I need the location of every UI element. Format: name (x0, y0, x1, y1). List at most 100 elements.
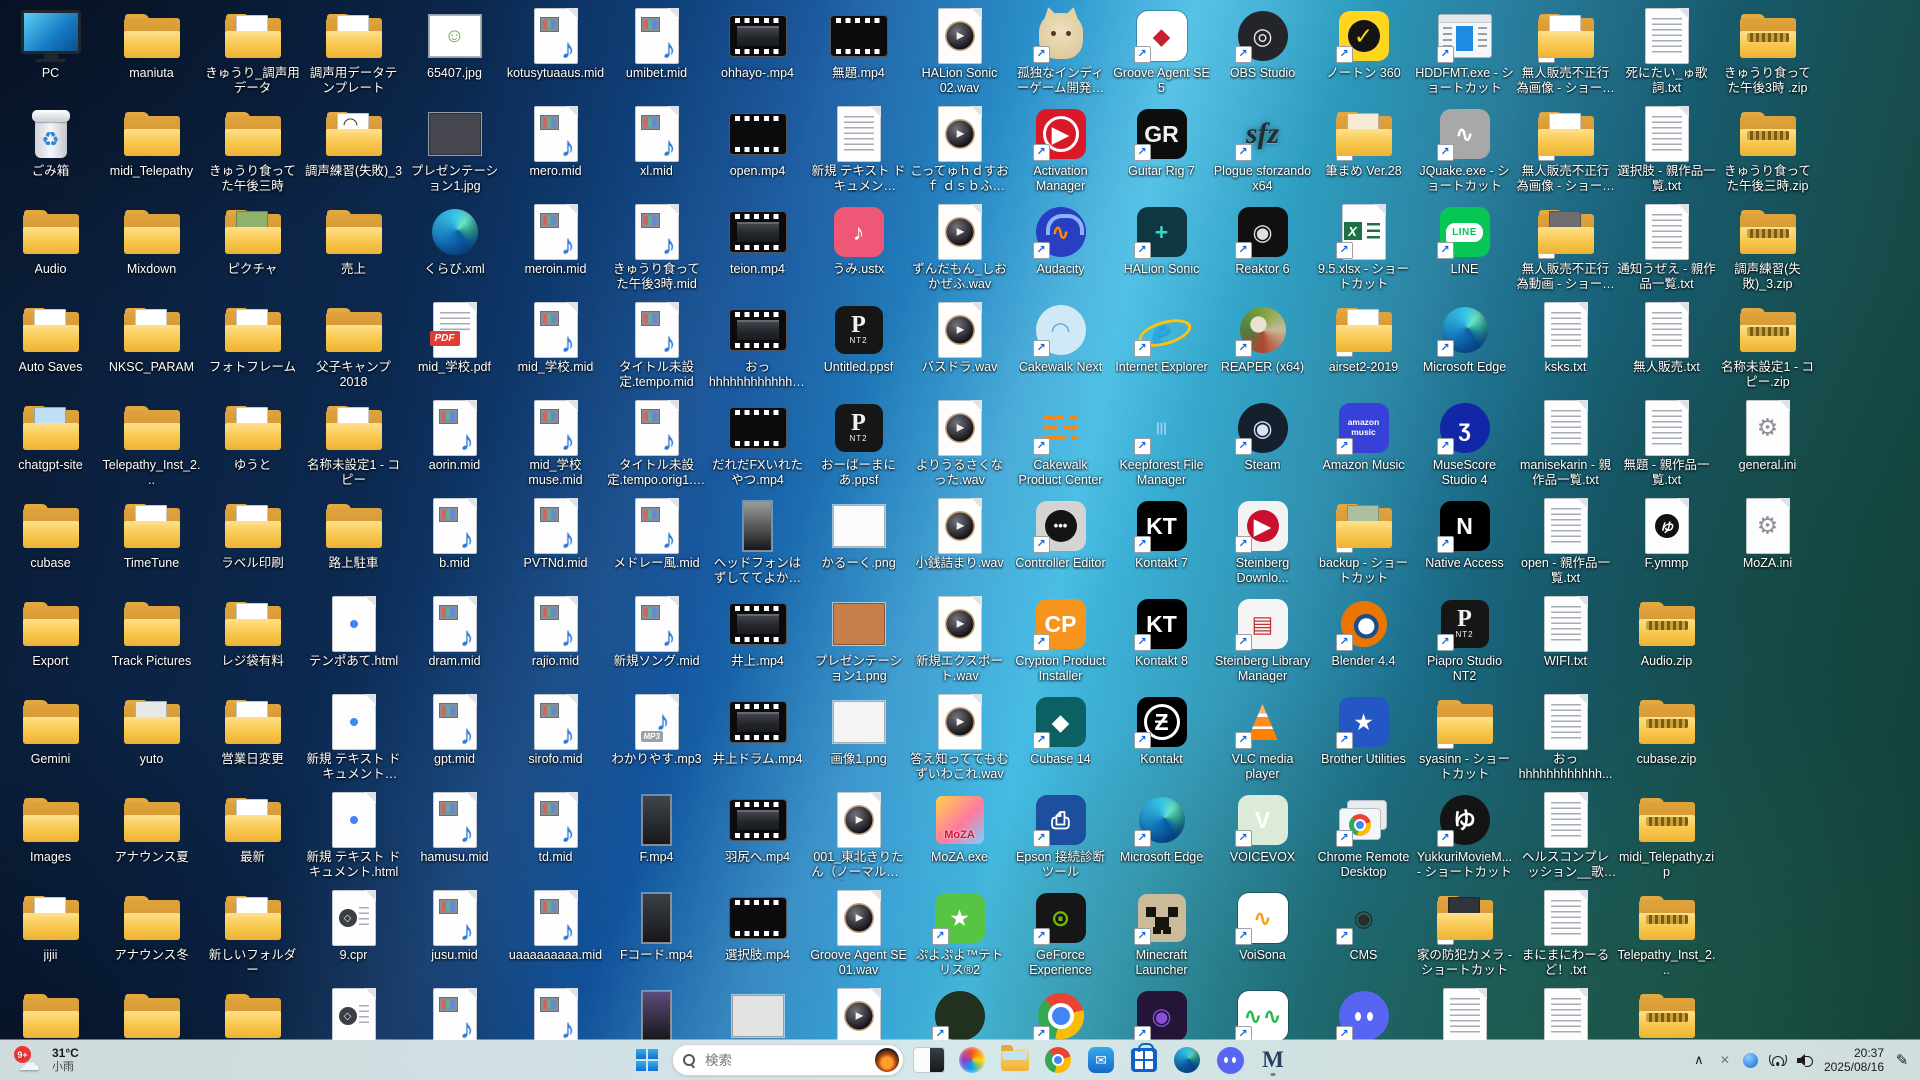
desktop-icon[interactable]: TimeTune (101, 496, 202, 592)
desktop-icon[interactable]: 路上駐車 (303, 496, 404, 592)
desktop-icon[interactable]: X↗9.5.xlsx - ショートカット (1313, 202, 1414, 298)
desktop-icon[interactable]: ⎙↗Epson 接続診断ツール (1010, 790, 1111, 886)
desktop-icon[interactable]: ラベル印刷 (202, 496, 303, 592)
desktop-icon[interactable]: Telepathy_Inst_2... (101, 398, 202, 494)
desktop-icon[interactable]: ♪aorin.mid (404, 398, 505, 494)
desktop-icon[interactable]: ◎↗OBS Studio (1212, 6, 1313, 102)
desktop-icon[interactable]: おっ hhhhhhhhhhhhh... (707, 300, 808, 396)
desktop-icon[interactable]: ↗家の防犯カメラ - ショートカット (1414, 888, 1515, 984)
desktop-icon[interactable]: 売上 (303, 202, 404, 298)
desktop-icon[interactable]: midi_Telepathy (101, 104, 202, 200)
mail-button[interactable]: ✉ (1083, 1043, 1119, 1077)
desktop-icon[interactable] (202, 986, 303, 1040)
desktop-icon[interactable]: PNT2↗Piapro Studio NT2 (1414, 594, 1515, 690)
desktop-icon[interactable]: |||↗Keepforest File Manager (1111, 398, 1212, 494)
chrome-button[interactable] (1040, 1043, 1076, 1077)
desktop-icon[interactable]: Gemini (0, 692, 101, 788)
desktop-icon[interactable]: ♪gpt.mid (404, 692, 505, 788)
desktop-icon[interactable]: 羽尻へ.mp4 (707, 790, 808, 886)
desktop-icon[interactable]: ↗airset2-2019 (1313, 300, 1414, 396)
desktop-icon[interactable]: 選択肢.mp4 (707, 888, 808, 984)
desktop-icon[interactable]: ♪dram.mid (404, 594, 505, 690)
desktop-icon[interactable]: ∿∿↗ (1212, 986, 1313, 1040)
desktop-icon[interactable]: ♪PVTNd.mid (505, 496, 606, 592)
desktop-icon[interactable]: きゅうり食ってた午後三時.zip (1717, 104, 1818, 200)
desktop-icon[interactable]: ♪タイトル未設定.tempo.orig1.mid (606, 398, 707, 494)
desktop-icon[interactable]: ∿↗VoiSona (1212, 888, 1313, 984)
desktop-icon[interactable]: ★↗Brother Utilities (1313, 692, 1414, 788)
desktop-icon[interactable]: ♪MP3わかりやす.mp3 (606, 692, 707, 788)
desktop-icon[interactable]: ▶↗Activation Manager (1010, 104, 1111, 200)
tray-close-icon[interactable]: ✕ (1717, 1040, 1733, 1080)
desktop-icon[interactable]: PNT2おーばーまにあ.ppsf (808, 398, 909, 494)
desktop-icon[interactable]: ◇9.cpr (303, 888, 404, 984)
desktop-icon[interactable]: KT↗Kontakt 7 (1111, 496, 1212, 592)
desktop-icon[interactable]: ♪xl.mid (606, 104, 707, 200)
desktop-icon[interactable] (1515, 986, 1616, 1040)
desktop-icon[interactable]: ♪rajio.mid (505, 594, 606, 690)
desktop-icon[interactable] (606, 986, 707, 1040)
desktop-icon[interactable]: ♪タイトル未設定.tempo.mid (606, 300, 707, 396)
desktop-icon[interactable]: フォトフレーム (202, 300, 303, 396)
desktop-icon[interactable]: sfz↗Plogue sforzando x64 (1212, 104, 1313, 200)
wifi-icon[interactable] (1769, 1040, 1787, 1080)
desktop-icon[interactable]: ⚙general.ini (1717, 398, 1818, 494)
desktop-icon[interactable]: ↗筆まめ Ver.28 (1313, 104, 1414, 200)
desktop-icon[interactable]: F.mp4 (606, 790, 707, 886)
desktop-icon[interactable]: ⊙↗GeForce Experience (1010, 888, 1111, 984)
copilot-button[interactable] (954, 1043, 990, 1077)
desktop-icon[interactable]: アナウンス夏 (101, 790, 202, 886)
desktop-icon[interactable]: 新しいフォルダー (202, 888, 303, 984)
desktop-icon[interactable]: ♪umibet.mid (606, 6, 707, 102)
musescore-button[interactable]: M (1255, 1043, 1291, 1077)
desktop-icon[interactable]: yuto (101, 692, 202, 788)
task-view-button[interactable] (911, 1043, 947, 1077)
desktop-icon[interactable]: ♪uaaaaaaaaa.mid (505, 888, 606, 984)
desktop-icon[interactable]: ピクチャ (202, 202, 303, 298)
desktop-icon[interactable]: ♪mid_学校 muse.mid (505, 398, 606, 494)
desktop-icon[interactable]: ▶小銭詰まり.wav (909, 496, 1010, 592)
desktop-icon[interactable]: だれだFXいれたやつ.mp4 (707, 398, 808, 494)
desktop-icon[interactable]: ◆↗Groove Agent SE 5 (1111, 6, 1212, 102)
desktop-icon[interactable]: ヘッドフォンはずしててよかっt.mp4 (707, 496, 808, 592)
file-explorer-button[interactable] (997, 1043, 1033, 1077)
desktop-icon[interactable]: KT↗Kontakt 8 (1111, 594, 1212, 690)
desktop-icon[interactable]: •••↗Controller Editor (1010, 496, 1111, 592)
desktop-icon[interactable] (1616, 986, 1717, 1040)
desktop-icon[interactable]: ∿↗JQuake.exe - ショートカット (1414, 104, 1515, 200)
desktop-icon[interactable]: Export (0, 594, 101, 690)
desktop-icon[interactable]: 井上.mp4 (707, 594, 808, 690)
desktop-icon[interactable]: WIFI.txt (1515, 594, 1616, 690)
desktop-icon[interactable]: ♪meroin.mid (505, 202, 606, 298)
desktop-icon[interactable]: 無題 - 親作品一覧.txt (1616, 398, 1717, 494)
desktop-icon[interactable]: open.mp4 (707, 104, 808, 200)
desktop-icon[interactable]: 営業日変更 (202, 692, 303, 788)
desktop-icon[interactable]: ♻ごみ箱 (0, 104, 101, 200)
desktop-icon[interactable]: ◠↗Cakewalk Next (1010, 300, 1111, 396)
desktop-icon[interactable]: ↗Cakewalk Product Center (1010, 398, 1111, 494)
desktop-icon[interactable]: ◇ (303, 986, 404, 1040)
desktop-icon[interactable]: ↗Microsoft Edge (1414, 300, 1515, 396)
desktop-icon[interactable]: ↗REAPER (x64) (1212, 300, 1313, 396)
desktop-icon[interactable]: 最新 (202, 790, 303, 886)
desktop-icon[interactable]: ♪ (404, 986, 505, 1040)
desktop-icon[interactable]: ◠調声練習(失敗)_3 (303, 104, 404, 200)
desktop-icon[interactable]: ↗VLC media player (1212, 692, 1313, 788)
desktop-icon[interactable]: ↗無人販売不正行為画像 - ショートカット (1515, 104, 1616, 200)
desktop-icon[interactable]: ohhayo-.mp4 (707, 6, 808, 102)
desktop-icon[interactable]: ◆↗Cubase 14 (1010, 692, 1111, 788)
desktop-icon[interactable]: Mixdown (101, 202, 202, 298)
desktop-icon[interactable]: +↗HALion Sonic (1111, 202, 1212, 298)
desktop-icon[interactable]: CP↗Crypton Product Installer (1010, 594, 1111, 690)
desktop-icon[interactable]: 調声練習(失敗)_3.zip (1717, 202, 1818, 298)
store-button[interactable] (1126, 1043, 1162, 1077)
desktop-icon[interactable]: ʒ↗MuseScore Studio 4 (1414, 398, 1515, 494)
desktop-icon[interactable]: ◉↗Reaktor 6 (1212, 202, 1313, 298)
desktop-icon[interactable]: ♪jusu.mid (404, 888, 505, 984)
desktop-icon[interactable]: 無題.mp4 (808, 6, 909, 102)
desktop-icon[interactable]: V↗VOICEVOX (1212, 790, 1313, 886)
desktop-icon[interactable]: LINE↗LINE (1414, 202, 1515, 298)
desktop-icon[interactable]: ゆ↗YukkuriMovieM... - ショートカット (1414, 790, 1515, 886)
discord-button[interactable] (1212, 1043, 1248, 1077)
desktop-icon[interactable]: ↗ (909, 986, 1010, 1040)
